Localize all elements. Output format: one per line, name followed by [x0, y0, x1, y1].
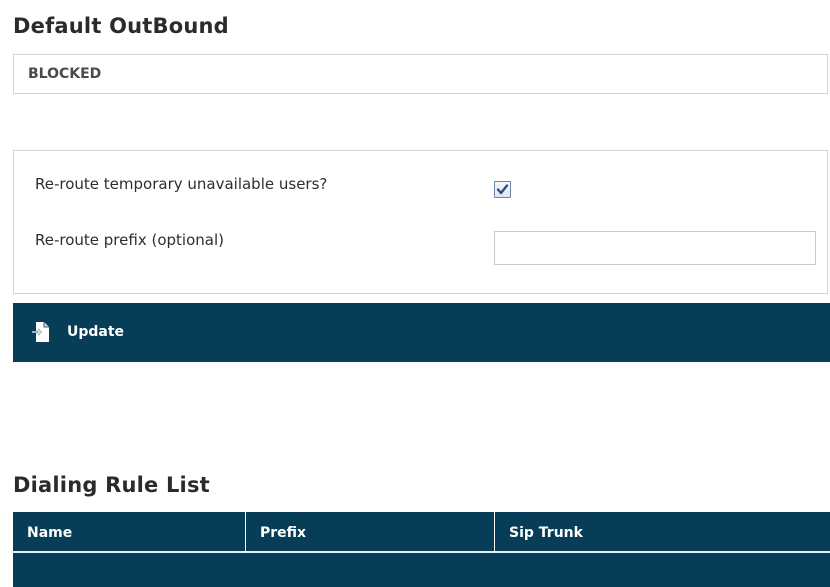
dialing-rule-table: Name Prefix Sip Trunk	[13, 512, 830, 587]
checkmark-icon	[496, 184, 509, 195]
page: Default OutBound BLOCKED Re-route tempor…	[0, 0, 830, 587]
reroute-prefix-input[interactable]	[494, 231, 816, 265]
outbound-status-box: BLOCKED	[13, 54, 828, 94]
column-header-name[interactable]: Name	[13, 512, 246, 551]
column-header-sip-trunk[interactable]: Sip Trunk	[495, 512, 830, 551]
update-button[interactable]: Update	[13, 303, 830, 362]
section-title-dialing-rule-list: Dialing Rule List	[13, 473, 210, 497]
reroute-checkbox[interactable]	[494, 181, 511, 198]
reroute-checkbox-label: Re-route temporary unavailable users?	[35, 175, 328, 193]
outbound-status-value: BLOCKED	[28, 66, 102, 82]
table-header-row: Name Prefix Sip Trunk	[13, 512, 830, 553]
update-button-label: Update	[67, 324, 125, 340]
column-header-prefix[interactable]: Prefix	[246, 512, 495, 551]
reroute-prefix-label: Re-route prefix (optional)	[35, 231, 224, 249]
reroute-options-panel: Re-route temporary unavailable users? Re…	[13, 150, 828, 294]
section-title-default-outbound: Default OutBound	[13, 14, 229, 38]
update-document-icon	[32, 322, 49, 342]
